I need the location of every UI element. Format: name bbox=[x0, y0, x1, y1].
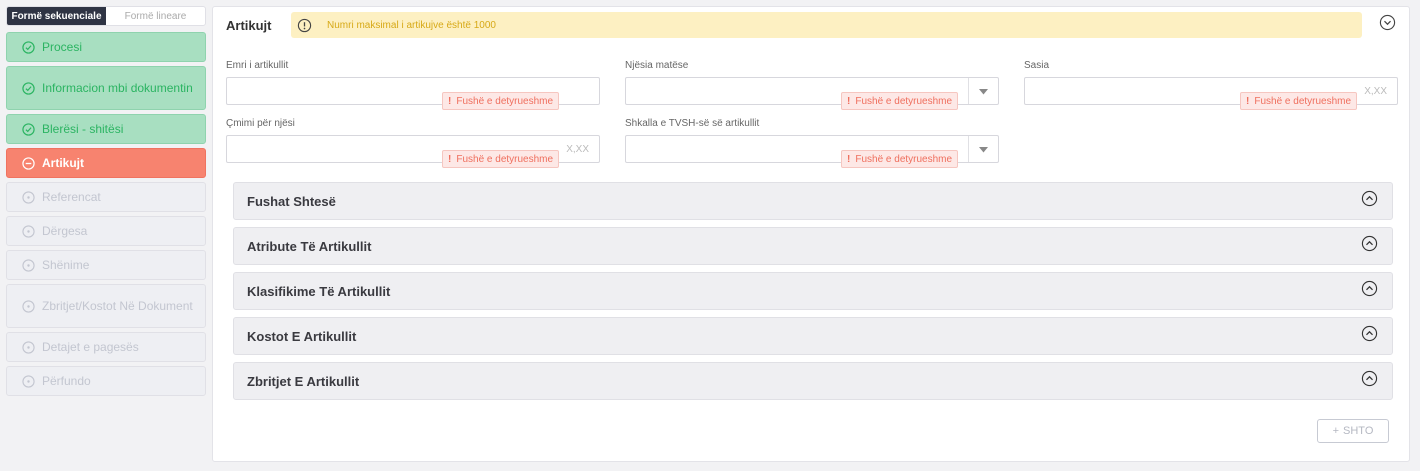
accordion-title: Fushat Shtesë bbox=[247, 193, 336, 209]
caret-down-icon bbox=[979, 82, 988, 100]
required-error: ! Fushë e detyrueshme bbox=[442, 92, 560, 110]
error-text: Fushë e detyrueshme bbox=[456, 153, 554, 165]
step-referencat[interactable]: Referencat bbox=[6, 182, 206, 212]
accordion-klasifikime[interactable]: Klasifikime Të Artikullit bbox=[233, 272, 1393, 310]
chevron-down-circle-icon bbox=[1379, 14, 1396, 36]
field-quantity: Sasia X,XX ! Fushë e detyrueshme bbox=[1024, 60, 1398, 110]
step-bleresi-shitesi[interactable]: Blerësi - shitësi bbox=[6, 114, 206, 144]
accordion-title: Atribute Të Artikullit bbox=[247, 238, 372, 254]
step-label: Zbritjet/Kostot Në Dokument bbox=[42, 298, 193, 313]
check-circle-icon bbox=[21, 40, 35, 54]
add-button-label: SHTO bbox=[1343, 425, 1374, 437]
mode-sequential[interactable]: Formë sekuenciale bbox=[7, 7, 106, 25]
step-label: Procesi bbox=[42, 40, 83, 54]
step-label: Shënime bbox=[42, 258, 90, 272]
field-label: Njësia matëse bbox=[625, 60, 689, 71]
dot-circle-icon bbox=[21, 374, 35, 388]
dropdown-toggle[interactable] bbox=[968, 136, 998, 162]
error-icon: ! bbox=[847, 153, 851, 165]
warning-icon bbox=[297, 18, 312, 33]
dot-circle-icon bbox=[21, 190, 35, 204]
accordion-zbritjet[interactable]: Zbritjet E Artikullit bbox=[233, 362, 1393, 400]
step-informacion-mbi-dokumentin[interactable]: Informacion mbi dokumentin bbox=[6, 66, 206, 110]
step-label: Përfundo bbox=[42, 374, 91, 388]
step-label: Referencat bbox=[42, 190, 101, 204]
section-title: Artikujt bbox=[226, 17, 272, 33]
steps-sidebar: Formë sekuenciale Formë lineare Procesi … bbox=[6, 6, 206, 400]
required-error: ! Fushë e detyrueshme bbox=[841, 92, 959, 110]
error-text: Fushë e detyrueshme bbox=[456, 95, 554, 107]
mode-linear[interactable]: Formë lineare bbox=[106, 7, 205, 25]
add-item-button[interactable]: + SHTO bbox=[1317, 419, 1389, 443]
step-label: Dërgesa bbox=[42, 224, 88, 238]
chevron-up-circle-icon[interactable] bbox=[1361, 190, 1378, 212]
step-perfundo[interactable]: Përfundo bbox=[6, 366, 206, 396]
section-header: Artikujt Numri maksimal i artikujve ësht… bbox=[226, 12, 1396, 38]
step-label: Informacion mbi dokumentin bbox=[42, 80, 193, 95]
accordion-title: Kostot E Artikullit bbox=[247, 328, 357, 344]
accordion-atribute[interactable]: Atribute Të Artikullit bbox=[233, 227, 1393, 265]
form-mode-toggle: Formë sekuenciale Formë lineare bbox=[6, 6, 206, 26]
required-error: ! Fushë e detyrueshme bbox=[1240, 92, 1358, 110]
minus-circle-icon bbox=[21, 156, 35, 170]
field-unit-price: Çmimi për njësi X,XX ! Fushë e detyrueshm… bbox=[226, 118, 600, 168]
field-label: Emri i artikullit bbox=[226, 60, 289, 71]
field-label: Shkalla e TVSH-së së artikullit bbox=[625, 118, 760, 129]
quantity-placeholder: X,XX bbox=[1364, 86, 1387, 97]
dot-circle-icon bbox=[21, 299, 35, 313]
step-dergesa[interactable]: Dërgesa bbox=[6, 216, 206, 246]
warning-text: Numri maksimal i artikujve është 1000 bbox=[327, 19, 496, 31]
step-zbritjet-kostot[interactable]: Zbritjet/Kostot Në Dokument bbox=[6, 284, 206, 328]
step-procesi[interactable]: Procesi bbox=[6, 32, 206, 62]
error-text: Fushë e detyrueshme bbox=[1254, 95, 1352, 107]
dot-circle-icon bbox=[21, 258, 35, 272]
step-label: Blerësi - shitësi bbox=[42, 122, 124, 136]
chevron-up-circle-icon[interactable] bbox=[1361, 235, 1378, 257]
caret-down-icon bbox=[979, 140, 988, 158]
section-collapse-button[interactable] bbox=[1370, 14, 1396, 36]
required-error: ! Fushë e detyrueshme bbox=[841, 150, 959, 168]
dot-circle-icon bbox=[21, 224, 35, 238]
step-label: Artikujt bbox=[42, 156, 84, 170]
error-text: Fushë e detyrueshme bbox=[855, 95, 953, 107]
max-items-warning: Numri maksimal i artikujve është 1000 bbox=[291, 12, 1362, 38]
error-icon: ! bbox=[847, 95, 851, 107]
plus-icon: + bbox=[1332, 425, 1340, 437]
step-detajet-e-pageses[interactable]: Detajet e pagesës bbox=[6, 332, 206, 362]
error-text: Fushë e detyrueshme bbox=[855, 153, 953, 165]
dropdown-toggle[interactable] bbox=[968, 78, 998, 104]
dot-circle-icon bbox=[21, 340, 35, 354]
field-unit: Njësia matëse ! Fushë e detyrueshme bbox=[625, 60, 999, 110]
error-icon: ! bbox=[448, 95, 452, 107]
check-circle-icon bbox=[21, 81, 35, 95]
accordion-fushat-shtese[interactable]: Fushat Shtesë bbox=[233, 182, 1393, 220]
step-label: Detajet e pagesës bbox=[42, 340, 139, 354]
accordion-title: Klasifikime Të Artikullit bbox=[247, 283, 391, 299]
check-circle-icon bbox=[21, 122, 35, 136]
accordion-title: Zbritjet E Artikullit bbox=[247, 373, 360, 389]
items-panel: Artikujt Numri maksimal i artikujve ësht… bbox=[212, 6, 1410, 462]
price-placeholder: X,XX bbox=[566, 144, 589, 155]
chevron-up-circle-icon[interactable] bbox=[1361, 280, 1378, 302]
step-shenime[interactable]: Shënime bbox=[6, 250, 206, 280]
field-label: Çmimi për njësi bbox=[226, 118, 295, 129]
error-icon: ! bbox=[448, 153, 452, 165]
step-artikujt[interactable]: Artikujt bbox=[6, 148, 206, 178]
field-vat-rate: Shkalla e TVSH-së së artikullit ! Fushë e… bbox=[625, 118, 999, 168]
chevron-up-circle-icon[interactable] bbox=[1361, 370, 1378, 392]
required-error: ! Fushë e detyrueshme bbox=[442, 150, 560, 168]
error-icon: ! bbox=[1246, 95, 1250, 107]
field-label: Sasia bbox=[1024, 60, 1050, 71]
chevron-up-circle-icon[interactable] bbox=[1361, 325, 1378, 347]
field-item-name: Emri i artikullit ! Fushë e detyrueshme bbox=[226, 60, 600, 110]
accordion-kostot[interactable]: Kostot E Artikullit bbox=[233, 317, 1393, 355]
